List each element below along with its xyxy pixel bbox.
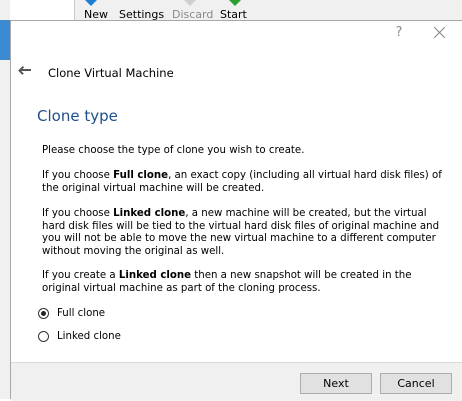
full-clone-radio[interactable] xyxy=(38,308,49,319)
help-button[interactable]: ? xyxy=(391,25,407,41)
linked-clone-radio[interactable] xyxy=(38,331,49,342)
next-button[interactable]: Next xyxy=(300,373,372,394)
toolbar-settings-button[interactable]: Settings xyxy=(119,9,164,20)
close-button[interactable] xyxy=(432,25,448,41)
back-arrow-icon[interactable] xyxy=(17,63,35,77)
toolbar-start-button[interactable]: Start xyxy=(220,9,247,20)
linked-clone-label[interactable]: Linked clone xyxy=(57,331,121,342)
discard-icon xyxy=(184,0,196,6)
background-selection-highlight xyxy=(0,20,10,60)
full-clone-option[interactable]: Full clone xyxy=(38,308,105,319)
toolbar-new-button[interactable]: New xyxy=(84,9,108,20)
cancel-button[interactable]: Cancel xyxy=(380,373,452,394)
clone-vm-dialog: ? Clone Virtual Machine Clone type Pleas… xyxy=(10,20,462,401)
toolbar-discard-button[interactable]: Discard xyxy=(172,9,213,20)
dialog-footer: Next Cancel xyxy=(11,362,462,401)
start-icon xyxy=(229,0,241,6)
snapshot-note: If you create a Linked clone then a new … xyxy=(42,270,412,294)
full-clone-description: If you choose Full clone, an exact copy … xyxy=(42,170,442,194)
dialog-title: Clone Virtual Machine xyxy=(48,66,174,80)
linked-clone-description: If you choose Linked clone, a new machin… xyxy=(42,208,440,257)
full-clone-label[interactable]: Full clone xyxy=(57,308,105,319)
intro-text: Please choose the type of clone you wish… xyxy=(42,145,305,156)
new-icon xyxy=(85,0,97,6)
linked-clone-option[interactable]: Linked clone xyxy=(38,331,121,342)
section-title: Clone type xyxy=(37,107,118,125)
background-toolbar: New Settings Discard Start xyxy=(74,0,462,20)
